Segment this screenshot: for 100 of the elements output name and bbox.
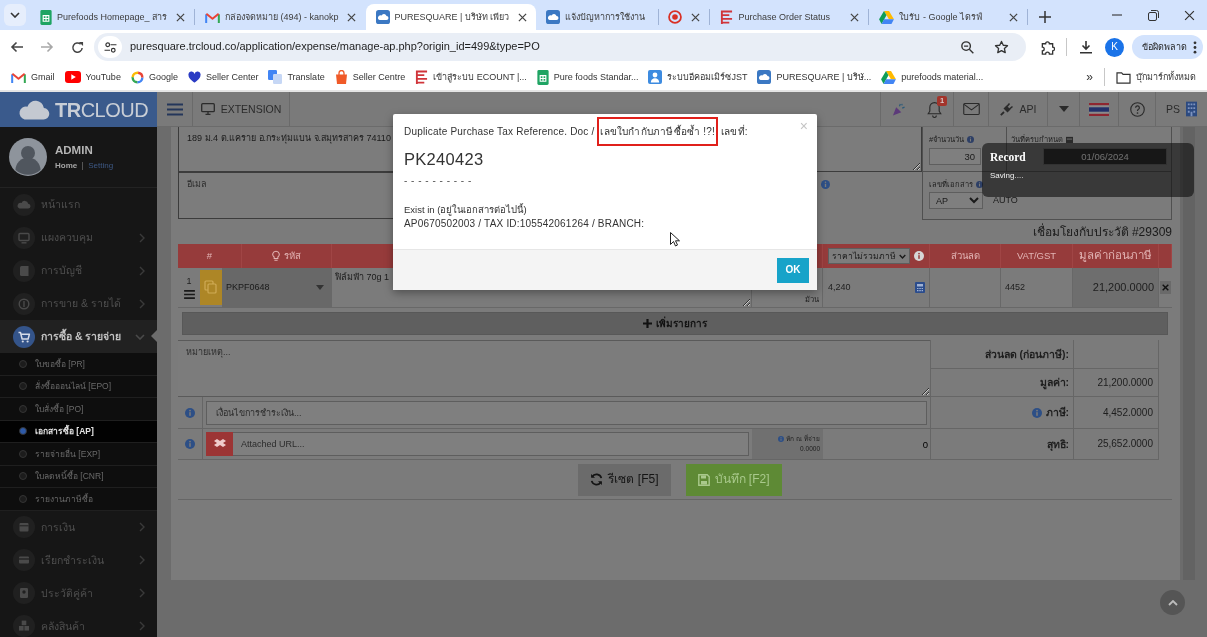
- history-link[interactable]: เชื่อมโยงกับประวัติ #29309: [1032, 224, 1172, 240]
- help-icon: [1129, 101, 1145, 117]
- cloud-icon: [546, 10, 561, 24]
- back-arrow-icon: [10, 41, 24, 53]
- more-bookmarks-button[interactable]: »: [1081, 66, 1098, 88]
- bookmark-item[interactable]: Seller Center: [182, 66, 264, 88]
- bookmark-item[interactable]: Translate: [263, 66, 330, 88]
- cloud-icon: [13, 193, 35, 216]
- sidebar-item[interactable]: การบัญชี: [0, 254, 157, 287]
- add-item-button[interactable]: เพิ่มรายการ: [182, 312, 1168, 335]
- submenu-item[interactable]: ใบสั่งซื้อ [PO]: [0, 398, 157, 421]
- chevron-up-icon: [1167, 599, 1178, 606]
- cart-icon: [13, 325, 35, 348]
- payment-terms-field[interactable]: เงื่อนไขการชำระเงิน...: [206, 400, 927, 425]
- spreadsheet-icon: [536, 69, 549, 85]
- download-icon: [1079, 40, 1093, 54]
- column-header: VAT/GST: [1016, 250, 1057, 262]
- reset-button[interactable]: รีเซต [F5]: [578, 463, 671, 496]
- forward-arrow-icon: [40, 41, 54, 53]
- bookmark-item[interactable]: purefoods material...: [876, 66, 989, 88]
- all-bookmarks-button[interactable]: บุ๊กมาร์กทั้งหมด: [1111, 66, 1201, 88]
- plug-icon: [999, 102, 1014, 116]
- bookmark-item[interactable]: Gmail: [6, 66, 60, 88]
- play-button-icon: [64, 71, 81, 83]
- bell-icon: [927, 100, 942, 118]
- tab-list-button[interactable]: [4, 4, 26, 26]
- ok-button[interactable]: OK: [777, 257, 809, 283]
- bookmark-item[interactable]: Google: [125, 66, 183, 88]
- bookmark-item[interactable]: PURESQUARE | บริษั...: [752, 66, 877, 88]
- price-mode-select[interactable]: ราคาไม่รวมภาษี: [828, 248, 910, 264]
- profile-button[interactable]: K: [1105, 37, 1124, 57]
- amount-value: 21,200.0000: [1092, 280, 1154, 295]
- dot-icon: [19, 494, 27, 503]
- submenu-item[interactable]: ใบลดหนี้ซื้อ [CNR]: [0, 465, 157, 488]
- submenu-item[interactable]: รายงานภาษีซื้อ: [0, 488, 157, 511]
- toast-title: Record: [990, 151, 1026, 165]
- bookmark-item[interactable]: YouTube: [59, 66, 126, 88]
- summary-label: มูลค่า:: [1039, 376, 1069, 389]
- separator-text: - - - - - - - - - -: [404, 174, 473, 187]
- browser-tab[interactable]: PURESQUARE | บริษัท เพียว: [365, 4, 537, 30]
- dot-icon: [19, 427, 27, 436]
- error-button[interactable]: ข้อผิดพลาด: [1132, 35, 1203, 59]
- document-number-field[interactable]: AUTO: [993, 195, 1073, 206]
- dot-icon: [19, 472, 27, 481]
- cross-icon: [213, 439, 226, 449]
- close-icon: [1162, 284, 1169, 291]
- home-link[interactable]: Home: [55, 162, 83, 171]
- document-prefix-select[interactable]: AP: [929, 192, 983, 209]
- lightbulb-icon: [272, 250, 280, 262]
- info-icon: [821, 180, 830, 189]
- browser-tab[interactable]: Purchase Order Status: [710, 4, 869, 30]
- bookmark-item[interactable]: ระบบอีคอมเมิร์ซJST: [643, 66, 753, 88]
- credit-days-field[interactable]: 30: [929, 148, 981, 165]
- triangle-icon: [879, 10, 895, 24]
- sliders-icon: [103, 41, 117, 53]
- info-icon: [185, 407, 195, 418]
- save-button[interactable]: บันทึก [F2]: [685, 463, 782, 496]
- extension-button[interactable]: EXTENSION: [193, 92, 290, 126]
- calculator-icon: [915, 282, 925, 293]
- submenu-item[interactable]: เอกสารซื้อ [AP]: [0, 420, 157, 443]
- site-settings-button[interactable]: [98, 36, 122, 58]
- submenu-item[interactable]: สั่งซื้อออนไลน์ [EPO]: [0, 375, 157, 398]
- envelope-icon: [962, 103, 980, 115]
- sidebar-item[interactable]: เรียกชำระเงิน: [0, 543, 157, 577]
- flag-icon: [1089, 102, 1109, 116]
- browser-tab[interactable]: แจ้งปัญหาการใช้งาน: [536, 4, 659, 30]
- attached-url-field[interactable]: Attached URL...: [233, 432, 749, 456]
- summary-label: สุทธิ:: [1046, 437, 1069, 451]
- column-header: ส่วนลด: [950, 250, 980, 262]
- product-code-select[interactable]: PKPF0648: [222, 268, 332, 307]
- card-icon: [13, 549, 35, 571]
- record-icon: [668, 10, 683, 24]
- calendar-icon: [1066, 136, 1073, 143]
- info-icon: [967, 136, 975, 143]
- bookmark-item[interactable]: Pure foods Standar...: [531, 66, 644, 88]
- url-text: puresquare.trcloud.co/application/expense/manage-ap.php?origin_id=499&type=PO: [130, 40, 541, 54]
- browser-tab[interactable]: Purefoods Homepage_ สาร: [30, 4, 195, 30]
- withholding-amount-field[interactable]: 0: [823, 429, 930, 459]
- setting-link[interactable]: Setting: [82, 162, 114, 171]
- caret-down-icon: [316, 285, 324, 290]
- bookmark-item[interactable]: เข้าสู่ระบบ ECOUNT |...: [410, 66, 532, 88]
- submenu-item[interactable]: รายจ่ายอื่น [EXP]: [0, 443, 157, 466]
- notes-field[interactable]: หมายเหตุ...: [178, 340, 930, 397]
- attach-button[interactable]: [206, 432, 233, 456]
- logo-text: TRCLOUD: [55, 97, 149, 122]
- api-button[interactable]: API: [988, 92, 1047, 126]
- star-icon: [993, 39, 1009, 55]
- company-button[interactable]: PS: [1155, 92, 1207, 126]
- sidebar-item[interactable]: การซื้อ & รายจ่าย: [0, 320, 157, 353]
- triangle-icon: [881, 70, 897, 84]
- refresh-icon: [590, 473, 604, 486]
- bookmark-item[interactable]: Seller Centre: [329, 66, 411, 88]
- browser-tab[interactable]: ใบรับ - Google ไดรฟ์: [869, 4, 1028, 30]
- description-field[interactable]: ฟิล์มฟ้า 70g 1: [332, 268, 751, 307]
- submenu-item[interactable]: ใบขอซื้อ [PR]: [0, 353, 157, 376]
- address-bar[interactable]: puresquare.trcloud.co/application/expense/manage-ap.php?origin_id=499&type=PO: [94, 33, 1026, 61]
- browser-tab[interactable]: กล่องจดหมาย (494) - kanokp: [195, 4, 366, 30]
- cloud-icon: [757, 70, 772, 84]
- delete-row-button[interactable]: [1160, 281, 1171, 294]
- due-date-field[interactable]: 01/06/2024: [1043, 148, 1167, 165]
